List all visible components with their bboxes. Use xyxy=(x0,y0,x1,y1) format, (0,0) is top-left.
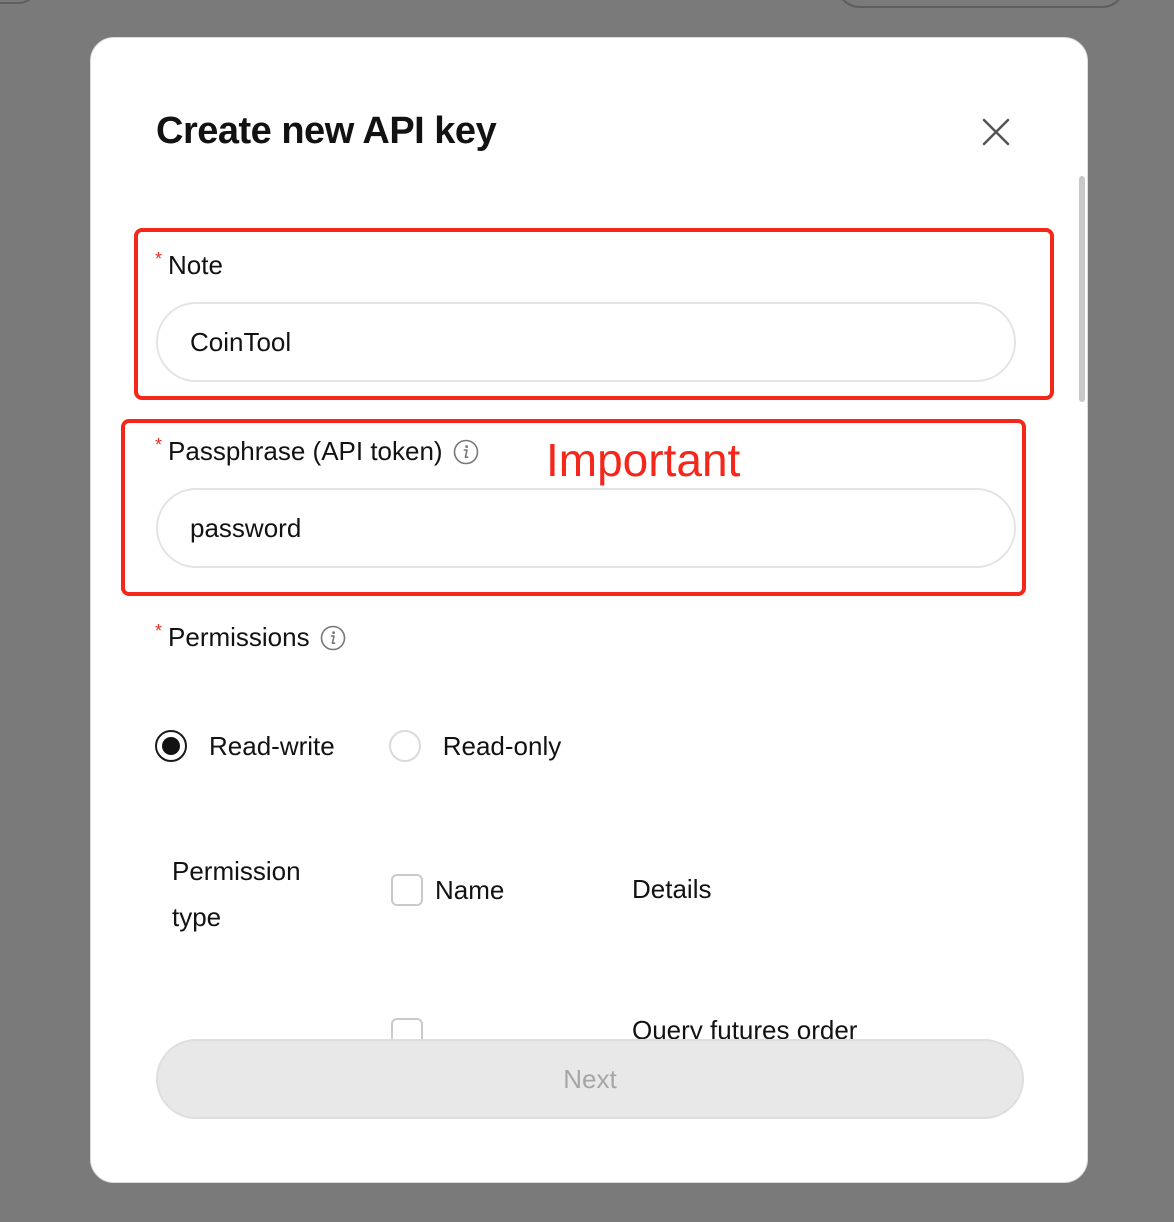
radio-label: Read-write xyxy=(209,730,335,761)
permission-type-header: Permission type xyxy=(172,856,301,932)
permissions-label: * Permissions xyxy=(155,621,346,653)
radio-label: Read-only xyxy=(442,730,562,761)
close-icon xyxy=(982,118,1010,146)
scrollbar[interactable] xyxy=(1079,168,1087,1108)
radio-read-write[interactable]: Read-write xyxy=(155,730,335,762)
name-header: Name xyxy=(435,874,505,905)
radio-button-checked[interactable] xyxy=(155,730,187,762)
background-element xyxy=(0,0,40,4)
select-all-checkbox[interactable] xyxy=(391,874,423,906)
details-header: Details xyxy=(632,874,712,904)
permissions-label-text: Permissions xyxy=(168,622,310,652)
radio-dot xyxy=(162,737,180,755)
background-element xyxy=(836,0,1126,8)
annotation-label: Important xyxy=(546,434,741,486)
close-button[interactable] xyxy=(978,114,1014,150)
radio-button-unchecked[interactable] xyxy=(388,730,421,762)
scrollbar-thumb[interactable] xyxy=(1079,176,1085,402)
radio-read-only[interactable]: Read-only xyxy=(388,730,562,762)
annotation-highlight-box xyxy=(134,228,1054,400)
info-icon[interactable] xyxy=(320,625,346,651)
permissions-radio-group: Read-write Read-only xyxy=(155,730,561,762)
required-mark: * xyxy=(155,621,163,641)
next-button[interactable]: Next xyxy=(156,1039,1024,1119)
modal-title: Create new API key xyxy=(156,110,497,152)
select-all-row: Name xyxy=(391,874,504,906)
create-api-key-modal: Create new API key * Note * Passphrase (… xyxy=(90,37,1088,1183)
